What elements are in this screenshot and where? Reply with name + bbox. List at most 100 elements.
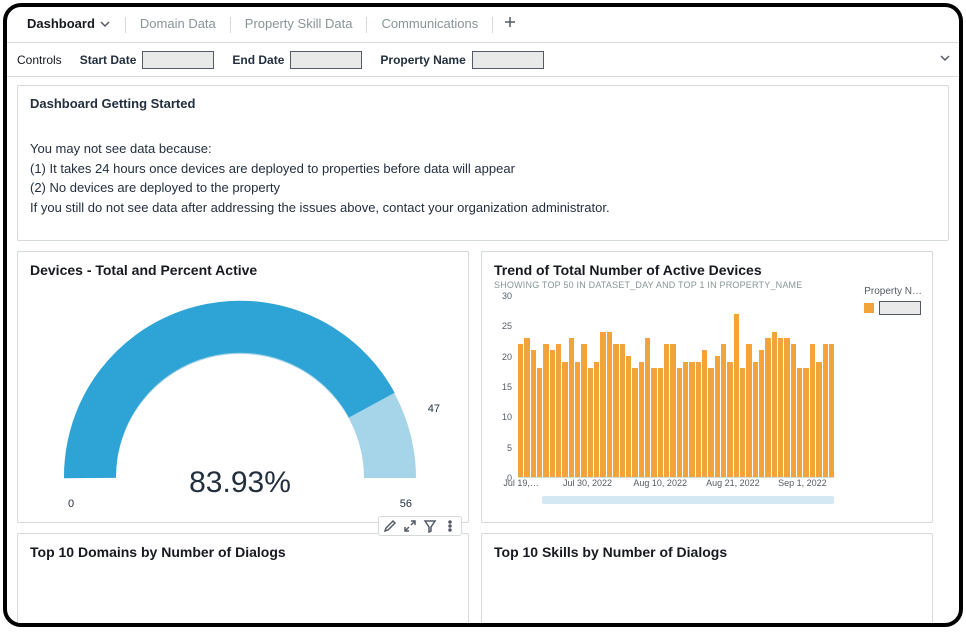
end-date-input[interactable] xyxy=(290,51,362,69)
filter-button[interactable] xyxy=(423,519,437,533)
end-date-label: End Date xyxy=(232,53,284,67)
x-tick: Jul 19,… xyxy=(503,478,539,488)
getting-started-title: Dashboard Getting Started xyxy=(30,96,936,111)
bar[interactable] xyxy=(543,344,548,477)
bar[interactable] xyxy=(562,362,567,477)
x-tick: Aug 10, 2022 xyxy=(633,478,687,488)
bar[interactable] xyxy=(581,344,586,477)
y-tick: 20 xyxy=(502,352,512,362)
bar[interactable] xyxy=(689,362,694,477)
edit-button[interactable] xyxy=(383,519,397,533)
bar[interactable] xyxy=(708,368,713,477)
bar[interactable] xyxy=(677,368,682,477)
controls-collapse-toggle[interactable] xyxy=(939,52,951,67)
getting-started-card: Dashboard Getting Started You may not se… xyxy=(17,85,949,241)
panel-toolbar xyxy=(378,516,462,536)
bar[interactable] xyxy=(620,344,625,477)
start-date-input[interactable] xyxy=(142,51,214,69)
bar[interactable] xyxy=(759,350,764,477)
start-date-label: Start Date xyxy=(80,53,137,67)
bar[interactable] xyxy=(664,344,669,477)
bar[interactable] xyxy=(823,344,828,477)
bar[interactable] xyxy=(600,332,605,477)
bar[interactable] xyxy=(613,344,618,477)
bar[interactable] xyxy=(670,344,675,477)
panel-title: Top 10 Skills by Number of Dialogs xyxy=(494,544,920,560)
end-date-control: End Date xyxy=(232,51,362,69)
bar[interactable] xyxy=(569,338,574,477)
bar[interactable] xyxy=(632,368,637,477)
tab-label: Domain Data xyxy=(140,16,216,31)
controls-bar: Controls Start Date End Date Property Na… xyxy=(7,43,959,77)
bar[interactable] xyxy=(626,356,631,477)
add-tab-button[interactable] xyxy=(493,15,527,34)
more-button[interactable] xyxy=(443,519,457,533)
bar[interactable] xyxy=(683,362,688,477)
bar[interactable] xyxy=(803,368,808,477)
bar[interactable] xyxy=(594,362,599,477)
x-tick: Aug 21, 2022 xyxy=(706,478,760,488)
x-axis: Jul 19,…Jul 30, 2022Aug 10, 2022Aug 21, … xyxy=(518,478,834,496)
bar[interactable] xyxy=(524,338,529,477)
bar[interactable] xyxy=(829,344,834,477)
top-skills-panel: Top 10 Skills by Number of Dialogs xyxy=(481,533,933,623)
bar[interactable] xyxy=(658,368,663,477)
x-tick: Jul 30, 2022 xyxy=(563,478,612,488)
bar[interactable] xyxy=(651,368,656,477)
bar[interactable] xyxy=(696,362,701,477)
bar[interactable] xyxy=(645,338,650,477)
bar[interactable] xyxy=(772,332,777,477)
info-line: (1) It takes 24 hours once devices are d… xyxy=(30,159,936,179)
chevron-down-icon xyxy=(99,18,111,30)
bar[interactable] xyxy=(797,368,802,477)
bar[interactable] xyxy=(518,344,523,477)
expand-icon xyxy=(403,519,417,533)
more-vertical-icon xyxy=(443,519,457,533)
tab-dashboard[interactable]: Dashboard xyxy=(13,8,125,41)
gauge-callout: 47 xyxy=(428,403,440,415)
bar[interactable] xyxy=(810,344,815,477)
bar[interactable] xyxy=(575,362,580,477)
bar[interactable] xyxy=(537,368,542,477)
tab-label: Dashboard xyxy=(27,16,95,31)
bar[interactable] xyxy=(816,362,821,477)
top-domains-panel: Top 10 Domains by Number of Dialogs xyxy=(17,533,469,623)
bar[interactable] xyxy=(715,356,720,477)
gauge-percent: 83.93% xyxy=(30,466,450,500)
panel-title: Devices - Total and Percent Active xyxy=(30,262,456,278)
bar[interactable] xyxy=(556,344,561,477)
bar[interactable] xyxy=(727,362,732,477)
pencil-icon xyxy=(383,519,397,533)
start-date-control: Start Date xyxy=(80,51,215,69)
chart-range-scrubber[interactable] xyxy=(542,496,834,504)
bar[interactable] xyxy=(791,344,796,477)
bar[interactable] xyxy=(778,338,783,477)
expand-button[interactable] xyxy=(403,519,417,533)
bar[interactable] xyxy=(588,368,593,477)
bar[interactable] xyxy=(721,344,726,477)
bar[interactable] xyxy=(702,350,707,477)
property-name-input[interactable] xyxy=(472,51,544,69)
info-line: (2) No devices are deployed to the prope… xyxy=(30,178,936,198)
tab-label: Communications xyxy=(381,16,478,31)
bar[interactable] xyxy=(550,350,555,477)
bar[interactable] xyxy=(746,344,751,477)
panel-title: Top 10 Domains by Number of Dialogs xyxy=(30,544,456,560)
tab-communications[interactable]: Communications xyxy=(367,8,492,41)
devices-gauge-panel: Devices - Total and Percent Active 83.93… xyxy=(17,251,469,523)
controls-label: Controls xyxy=(17,53,62,67)
bar[interactable] xyxy=(784,338,789,477)
bar[interactable] xyxy=(639,362,644,477)
x-tick: Sep 1, 2022 xyxy=(778,478,827,488)
bar[interactable] xyxy=(765,338,770,477)
tab-domain-data[interactable]: Domain Data xyxy=(126,8,230,41)
tab-property-skill-data[interactable]: Property Skill Data xyxy=(231,8,367,41)
y-tick: 10 xyxy=(502,412,512,422)
bar[interactable] xyxy=(753,362,758,477)
bar[interactable] xyxy=(531,350,536,477)
bar[interactable] xyxy=(734,314,739,477)
bar[interactable] xyxy=(607,332,612,477)
bar[interactable] xyxy=(740,368,745,477)
dashboard-body[interactable]: Dashboard Getting Started You may not se… xyxy=(7,77,959,623)
info-line: You may not see data because: xyxy=(30,139,936,159)
